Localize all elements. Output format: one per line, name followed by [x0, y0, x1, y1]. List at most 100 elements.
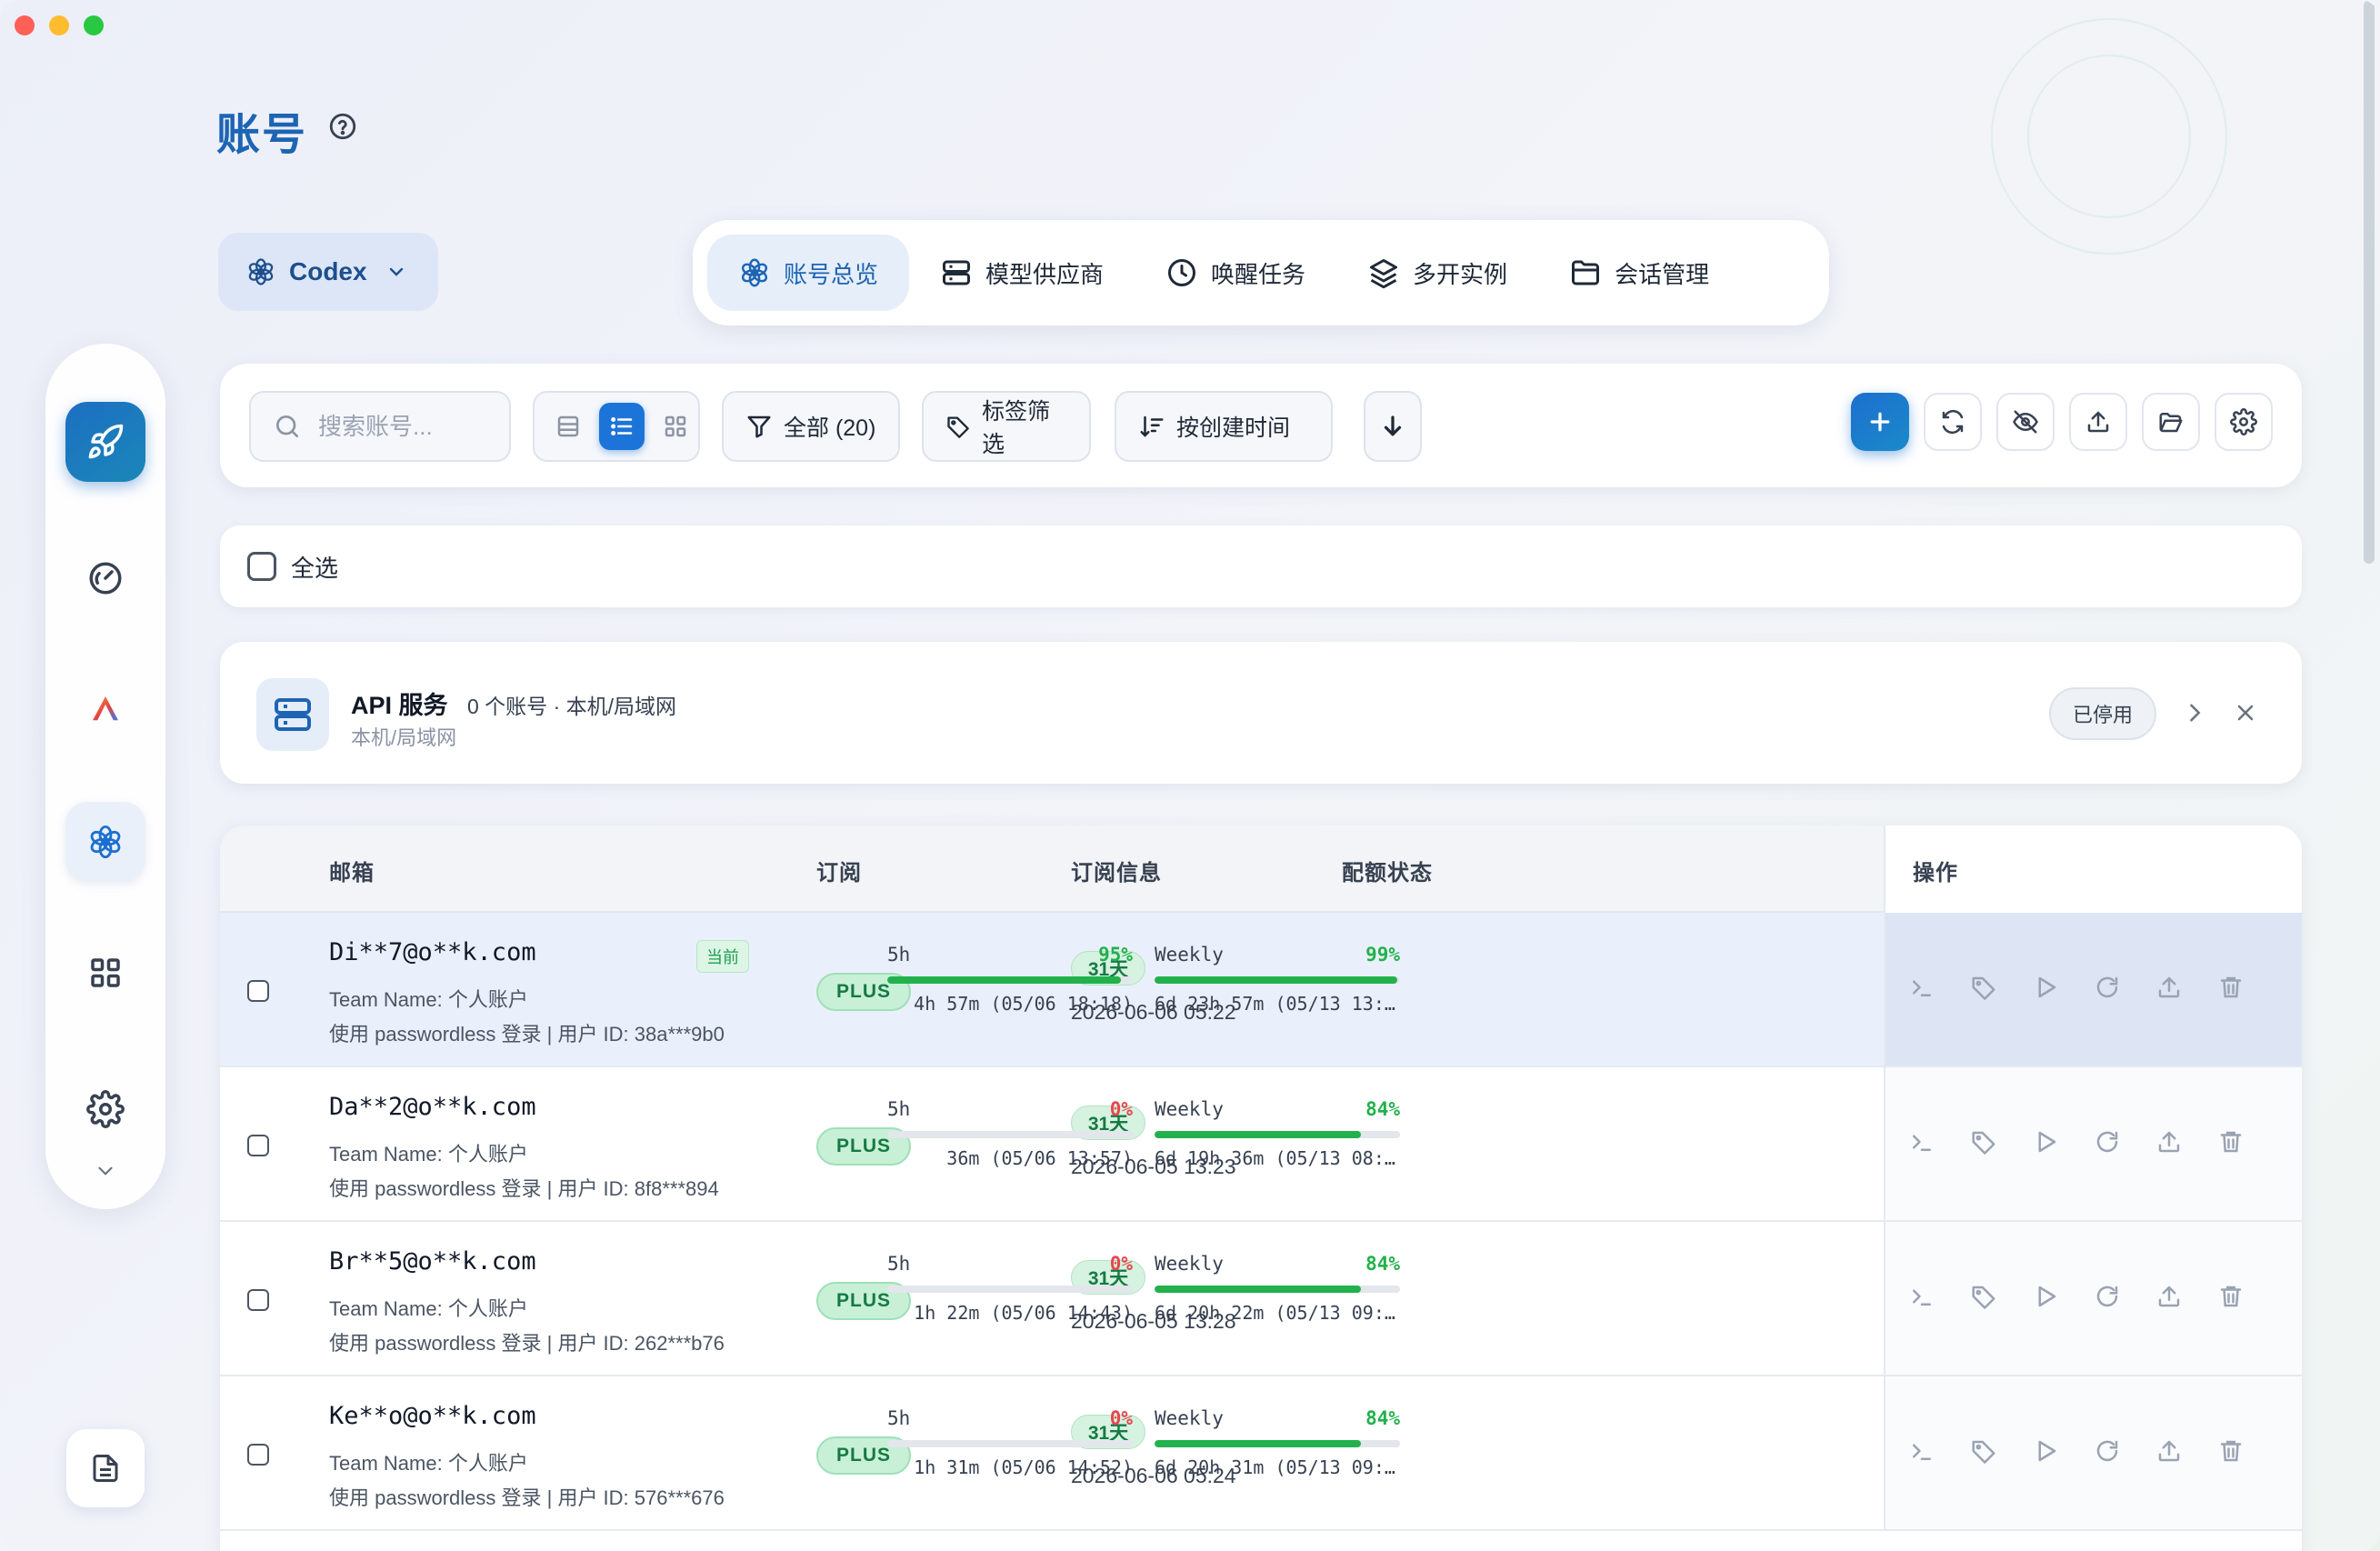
- antigravity-logo-icon: [93, 696, 118, 721]
- quota-reset: 6d 20h 22m (05/13 09:…: [1155, 1302, 1395, 1324]
- tab-account-overview[interactable]: 账号总览: [707, 235, 910, 311]
- column-header-plan-info: 订阅信息: [1071, 861, 1162, 886]
- quota-reset: 6d 23h 57m (05/13 13:…: [1155, 993, 1395, 1015]
- hide-sensitive-button[interactable]: [1996, 393, 2055, 451]
- export-account-button[interactable]: [2155, 1436, 2184, 1466]
- refresh-icon: [2096, 976, 2118, 998]
- view-grid-button[interactable]: [652, 403, 698, 450]
- quota-reset: 6d 20h 31m (05/13 09:…: [1155, 1456, 1395, 1478]
- export-account-button[interactable]: [2155, 1282, 2184, 1311]
- folder-icon: [1572, 260, 1600, 285]
- login-info: 使用 passwordless 登录 | 用户 ID: 262***b76: [329, 1332, 725, 1355]
- view-compact-button[interactable]: [545, 403, 592, 450]
- openai-icon: [248, 258, 274, 285]
- chevron-right-icon[interactable]: [2182, 700, 2207, 725]
- export-account-button[interactable]: [2155, 973, 2184, 1002]
- minimize-window-button[interactable]: [49, 15, 69, 35]
- quota-percent: 99%: [1365, 944, 1400, 966]
- refresh-account-button[interactable]: [2093, 1282, 2122, 1311]
- sidebar-item-gauge[interactable]: [65, 538, 145, 618]
- provider-dropdown[interactable]: Codex: [218, 233, 438, 311]
- upload-icon: [2158, 976, 2180, 998]
- export-account-button[interactable]: [2155, 1127, 2184, 1156]
- scrollbar[interactable]: [2364, 0, 2375, 564]
- api-service-icon-box: [256, 678, 329, 751]
- tab-label: 模型供应商: [985, 260, 1105, 288]
- delete-button[interactable]: [2216, 1282, 2245, 1311]
- terminal-button[interactable]: [1907, 973, 1936, 1002]
- filter-all-label: 全部 (20): [784, 415, 876, 441]
- terminal-icon: [1913, 980, 1931, 996]
- quota-label: Weekly: [1155, 944, 1224, 966]
- tag-button[interactable]: [1969, 1436, 1998, 1466]
- sidebar-expand-button[interactable]: [65, 1153, 145, 1189]
- sidebar-item-dashboard[interactable]: [65, 402, 145, 482]
- refresh-button[interactable]: [1924, 393, 1982, 451]
- tab-multi-instance[interactable]: 多开实例: [1336, 235, 1538, 311]
- maximize-window-button[interactable]: [84, 15, 104, 35]
- refresh-icon: [2096, 1131, 2118, 1153]
- sort-button[interactable]: 按创建时间: [1115, 391, 1333, 462]
- folder-open-icon: [2159, 413, 2183, 433]
- account-email: Ke**o@o**k.com: [329, 1402, 536, 1430]
- row-checkbox[interactable]: [247, 1444, 269, 1466]
- tag-button[interactable]: [1969, 973, 1998, 1002]
- quota-percent: 95%: [1098, 944, 1133, 966]
- terminal-button[interactable]: [1907, 1436, 1936, 1466]
- launch-button[interactable]: [2031, 973, 2060, 1002]
- close-icon[interactable]: [2233, 700, 2258, 725]
- refresh-account-button[interactable]: [2093, 973, 2122, 1002]
- open-folder-button[interactable]: [2142, 393, 2200, 451]
- row-checkbox[interactable]: [247, 1135, 269, 1156]
- tab-session-management[interactable]: 会话管理: [1538, 235, 1740, 311]
- delete-button[interactable]: [2216, 1436, 2245, 1466]
- sidebar-item-apps[interactable]: [65, 933, 145, 1013]
- tag-button[interactable]: [1969, 1282, 1998, 1311]
- table-row[interactable]: Da**2@o**k.com Team Name: 个人账户 使用 passwo…: [220, 1067, 2302, 1222]
- list-icon: [611, 417, 633, 435]
- help-icon[interactable]: [327, 111, 358, 142]
- view-list-button[interactable]: [598, 403, 645, 450]
- terminal-button[interactable]: [1907, 1127, 1936, 1156]
- table-row[interactable]: Ke**o@o**k.com Team Name: 个人账户 使用 passwo…: [220, 1376, 2302, 1531]
- tag-button[interactable]: [1969, 1127, 1998, 1156]
- row-checkbox[interactable]: [247, 980, 269, 1002]
- sidebar-item-antigravity[interactable]: [65, 669, 145, 749]
- toolbar-settings-button[interactable]: [2215, 393, 2273, 451]
- tag-filter-button[interactable]: 标签筛选: [922, 391, 1091, 462]
- provider-label: Codex: [289, 257, 367, 285]
- delete-button[interactable]: [2216, 1127, 2245, 1156]
- quota-reset: 1h 22m (05/06 14:43): [914, 1302, 1133, 1324]
- column-header-plan: 订阅: [816, 861, 862, 886]
- delete-button[interactable]: [2216, 973, 2245, 1002]
- table-row[interactable]: Di**7@o**k.com 当前 Team Name: 个人账户 使用 pas…: [220, 913, 2302, 1067]
- rows-icon: [558, 415, 579, 437]
- row-checkbox[interactable]: [247, 1289, 269, 1311]
- logs-button[interactable]: [66, 1429, 145, 1507]
- quota-5h: 5h 0% 1h 22m (05/06 14:43): [887, 1253, 1133, 1324]
- login-info: 使用 passwordless 登录 | 用户 ID: 8f8***894: [329, 1177, 719, 1200]
- search-input[interactable]: [318, 412, 482, 441]
- tab-wakeup-tasks[interactable]: 唤醒任务: [1135, 235, 1336, 311]
- close-window-button[interactable]: [15, 15, 35, 35]
- refresh-account-button[interactable]: [2093, 1436, 2122, 1466]
- launch-button[interactable]: [2031, 1282, 2060, 1311]
- api-service-status-button[interactable]: 已停用: [2049, 687, 2156, 740]
- tab-model-providers[interactable]: 模型供应商: [909, 235, 1135, 311]
- select-all-checkbox[interactable]: [247, 552, 276, 581]
- table-row[interactable]: Br**5@o**k.com Team Name: 个人账户 使用 passwo…: [220, 1222, 2302, 1376]
- sort-direction-button[interactable]: [1364, 391, 1422, 462]
- export-button[interactable]: [2069, 393, 2127, 451]
- launch-button[interactable]: [2031, 1436, 2060, 1466]
- terminal-button[interactable]: [1907, 1282, 1936, 1311]
- add-account-button[interactable]: [1851, 393, 1909, 451]
- sidebar-item-settings[interactable]: [65, 1069, 145, 1149]
- filter-all-button[interactable]: 全部 (20): [722, 391, 900, 462]
- sidebar-item-codex[interactable]: [65, 802, 145, 882]
- trash-icon: [2220, 1440, 2242, 1462]
- tag-icon: [1972, 1286, 1995, 1309]
- quota-weekly: Weekly 84% 6d 20h 31m (05/13 09:…: [1155, 1407, 1400, 1478]
- gear-icon: [86, 1090, 125, 1128]
- launch-button[interactable]: [2031, 1127, 2060, 1156]
- refresh-account-button[interactable]: [2093, 1127, 2122, 1156]
